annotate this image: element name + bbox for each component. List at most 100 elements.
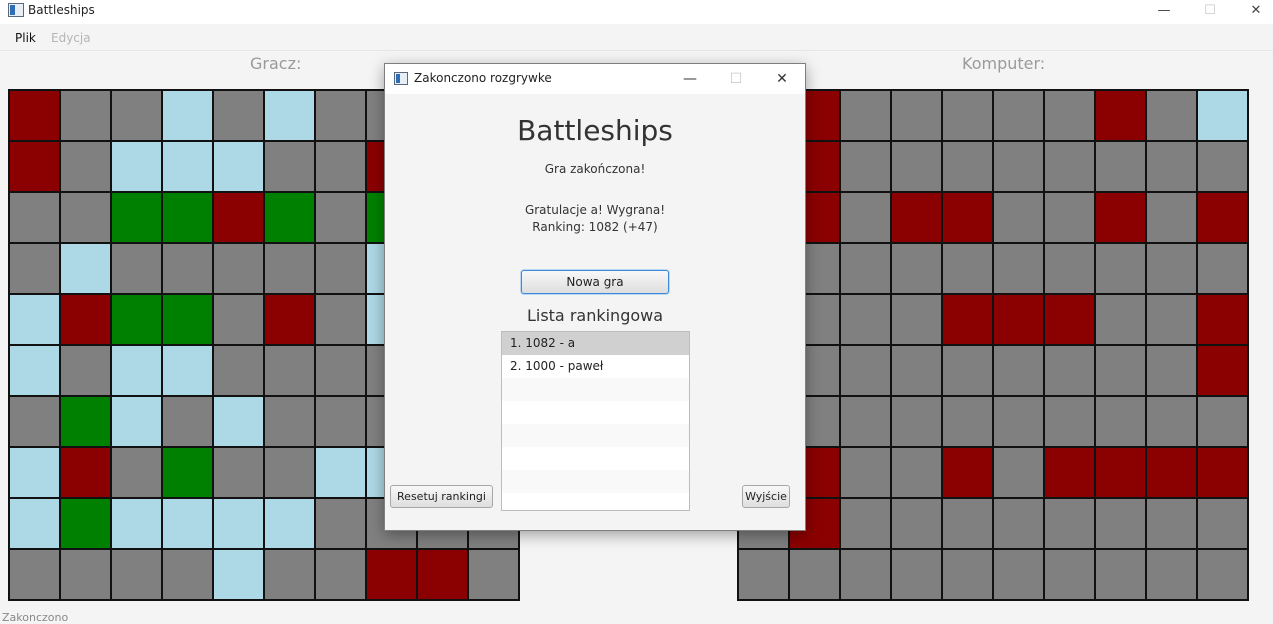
player-cell-miss[interactable]: [213, 396, 264, 447]
player-cell-ship[interactable]: [162, 294, 213, 345]
computer-cell-hit[interactable]: [1095, 447, 1146, 498]
ranking-list-item[interactable]: 2. 1000 - paweł: [502, 355, 689, 378]
computer-cell-unknown[interactable]: [1095, 141, 1146, 192]
player-cell-ship[interactable]: [162, 447, 213, 498]
player-cell-unknown[interactable]: [213, 447, 264, 498]
player-cell-unknown[interactable]: [60, 549, 111, 600]
player-cell-hit[interactable]: [264, 294, 315, 345]
player-cell-unknown[interactable]: [315, 294, 366, 345]
computer-cell-unknown[interactable]: [1146, 345, 1197, 396]
player-cell-miss[interactable]: [111, 345, 162, 396]
computer-cell-hit[interactable]: [942, 294, 993, 345]
computer-cell-unknown[interactable]: [891, 294, 942, 345]
computer-cell-unknown[interactable]: [840, 345, 891, 396]
computer-cell-unknown[interactable]: [993, 243, 1044, 294]
close-button[interactable]: ✕: [1233, 0, 1273, 22]
player-cell-unknown[interactable]: [111, 447, 162, 498]
new-game-button[interactable]: Nowa gra: [521, 270, 669, 294]
computer-cell-unknown[interactable]: [993, 498, 1044, 549]
computer-cell-unknown[interactable]: [1044, 345, 1095, 396]
computer-cell-unknown[interactable]: [1146, 498, 1197, 549]
computer-cell-miss[interactable]: [1197, 90, 1248, 141]
computer-cell-unknown[interactable]: [1095, 549, 1146, 600]
computer-cell-unknown[interactable]: [840, 243, 891, 294]
computer-cell-hit[interactable]: [993, 294, 1044, 345]
computer-cell-hit[interactable]: [1197, 345, 1248, 396]
player-cell-unknown[interactable]: [315, 549, 366, 600]
computer-cell-unknown[interactable]: [891, 549, 942, 600]
computer-cell-unknown[interactable]: [891, 90, 942, 141]
player-cell-unknown[interactable]: [315, 498, 366, 549]
player-cell-unknown[interactable]: [60, 192, 111, 243]
computer-cell-unknown[interactable]: [993, 549, 1044, 600]
reset-rankings-button[interactable]: Resetuj rankingi: [390, 485, 493, 508]
computer-cell-unknown[interactable]: [1095, 498, 1146, 549]
computer-cell-hit[interactable]: [1044, 294, 1095, 345]
computer-cell-hit[interactable]: [1197, 192, 1248, 243]
player-cell-unknown[interactable]: [162, 396, 213, 447]
player-cell-miss[interactable]: [213, 498, 264, 549]
player-cell-unknown[interactable]: [9, 192, 60, 243]
player-cell-miss[interactable]: [315, 447, 366, 498]
player-cell-miss[interactable]: [111, 141, 162, 192]
player-cell-miss[interactable]: [162, 141, 213, 192]
computer-cell-unknown[interactable]: [1095, 345, 1146, 396]
computer-cell-hit[interactable]: [1044, 447, 1095, 498]
computer-cell-unknown[interactable]: [891, 396, 942, 447]
player-cell-unknown[interactable]: [315, 345, 366, 396]
player-cell-miss[interactable]: [162, 498, 213, 549]
player-cell-unknown[interactable]: [111, 90, 162, 141]
computer-cell-hit[interactable]: [891, 192, 942, 243]
menu-edycja[interactable]: Edycja: [51, 31, 91, 45]
computer-cell-unknown[interactable]: [942, 396, 993, 447]
player-cell-hit[interactable]: [417, 549, 468, 600]
player-cell-unknown[interactable]: [162, 549, 213, 600]
player-cell-unknown[interactable]: [213, 90, 264, 141]
ranking-list[interactable]: 1. 1082 - a 2. 1000 - paweł: [501, 331, 690, 511]
computer-cell-unknown[interactable]: [738, 549, 789, 600]
player-cell-unknown[interactable]: [315, 141, 366, 192]
computer-cell-unknown[interactable]: [942, 498, 993, 549]
player-cell-hit[interactable]: [213, 192, 264, 243]
computer-cell-unknown[interactable]: [1095, 294, 1146, 345]
player-cell-ship[interactable]: [162, 192, 213, 243]
player-cell-hit[interactable]: [9, 141, 60, 192]
computer-cell-unknown[interactable]: [942, 345, 993, 396]
player-cell-ship[interactable]: [264, 192, 315, 243]
computer-cell-unknown[interactable]: [993, 345, 1044, 396]
computer-cell-unknown[interactable]: [1146, 141, 1197, 192]
player-cell-unknown[interactable]: [9, 549, 60, 600]
player-cell-unknown[interactable]: [213, 243, 264, 294]
player-cell-miss[interactable]: [9, 498, 60, 549]
computer-cell-unknown[interactable]: [1044, 549, 1095, 600]
computer-cell-unknown[interactable]: [1044, 498, 1095, 549]
player-cell-unknown[interactable]: [315, 243, 366, 294]
computer-cell-unknown[interactable]: [1146, 549, 1197, 600]
computer-cell-hit[interactable]: [1197, 294, 1248, 345]
computer-cell-unknown[interactable]: [840, 192, 891, 243]
computer-cell-unknown[interactable]: [891, 498, 942, 549]
player-cell-hit[interactable]: [60, 447, 111, 498]
player-cell-unknown[interactable]: [264, 396, 315, 447]
computer-cell-unknown[interactable]: [1044, 141, 1095, 192]
computer-cell-unknown[interactable]: [891, 141, 942, 192]
maximize-button[interactable]: ☐: [1187, 0, 1233, 22]
computer-cell-unknown[interactable]: [840, 90, 891, 141]
player-cell-miss[interactable]: [213, 549, 264, 600]
computer-cell-unknown[interactable]: [840, 294, 891, 345]
player-cell-miss[interactable]: [9, 294, 60, 345]
player-cell-unknown[interactable]: [9, 243, 60, 294]
computer-cell-unknown[interactable]: [1044, 192, 1095, 243]
computer-cell-unknown[interactable]: [1146, 396, 1197, 447]
computer-cell-unknown[interactable]: [1146, 294, 1197, 345]
computer-cell-unknown[interactable]: [993, 90, 1044, 141]
player-cell-miss[interactable]: [9, 345, 60, 396]
minimize-button[interactable]: —: [1141, 0, 1187, 22]
dialog-close-button[interactable]: ✕: [759, 68, 805, 90]
computer-cell-hit[interactable]: [1095, 90, 1146, 141]
player-cell-unknown[interactable]: [60, 141, 111, 192]
dialog-minimize-button[interactable]: —: [667, 68, 713, 90]
computer-cell-unknown[interactable]: [840, 396, 891, 447]
player-cell-hit[interactable]: [366, 549, 417, 600]
computer-cell-unknown[interactable]: [993, 447, 1044, 498]
